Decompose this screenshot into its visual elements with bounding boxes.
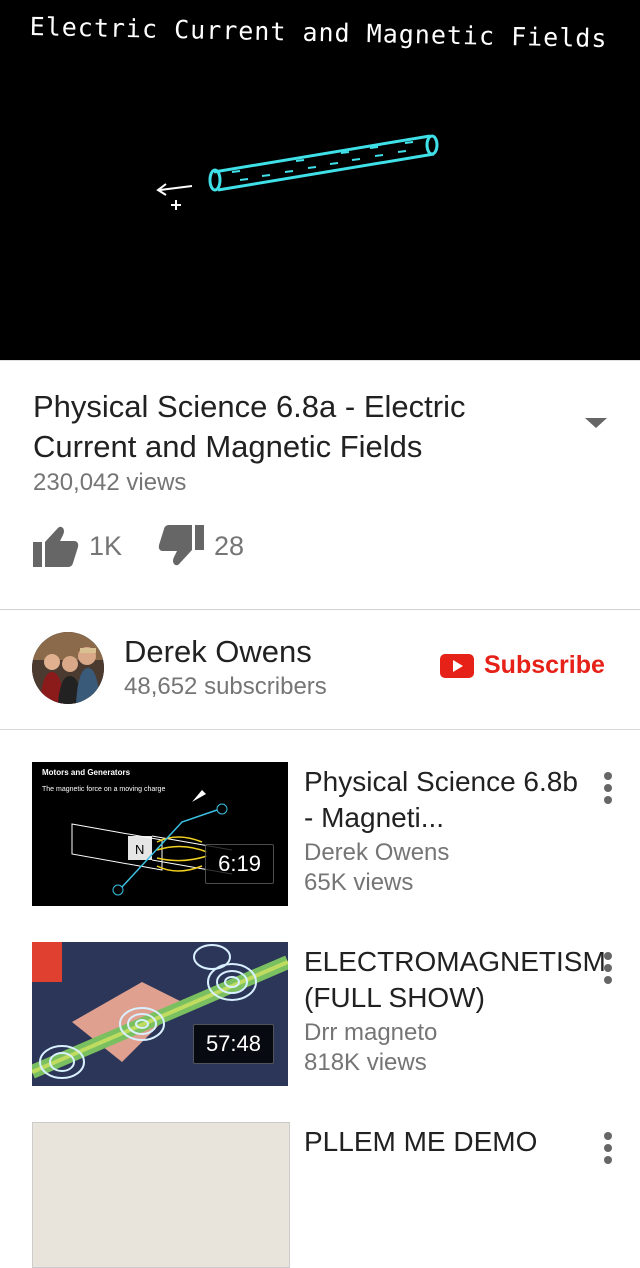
recommended-video-title[interactable]: ELECTROMAGNETISM (FULL SHOW) [304, 944, 606, 1016]
thumbnail-diagram: N [71, 790, 233, 896]
subscribe-label: Subscribe [484, 651, 605, 679]
recommended-view-count: 65K views [304, 869, 414, 896]
expand-icon[interactable] [584, 415, 608, 431]
video-thumbnail[interactable]: 57:48 [32, 942, 288, 1086]
like-count: 1K [89, 530, 123, 561]
subscriber-count: 48,652 subscribers [124, 673, 327, 700]
channel-avatar-image [32, 632, 104, 704]
dislike-button[interactable]: 28 [158, 524, 244, 568]
like-button[interactable]: 1K [33, 524, 122, 568]
video-info: Physical Science 6.8a - Electric Current… [0, 360, 640, 610]
subscribe-button[interactable]: Subscribe [440, 651, 605, 680]
list-item[interactable]: Motors and Generators The magnetic force… [0, 762, 640, 908]
thumbs-down-icon [158, 525, 204, 566]
video-duration: 6:19 [205, 844, 274, 884]
view-count: 230,042 views [33, 469, 187, 496]
svg-text:N: N [135, 842, 144, 857]
avatar[interactable] [32, 632, 104, 704]
recommended-channel-name: Drr magneto [304, 1019, 438, 1046]
video-thumbnail[interactable] [32, 1122, 290, 1268]
more-vert-icon[interactable] [598, 768, 618, 808]
video-thumbnail[interactable]: Motors and Generators The magnetic force… [32, 762, 288, 906]
channel-row: Derek Owens 48,652 subscribers Subscribe [0, 609, 640, 730]
video-title: Physical Science 6.8a - Electric Current… [33, 389, 466, 464]
more-vert-icon[interactable] [598, 948, 618, 988]
recommended-video-title[interactable]: Physical Science 6.8b - Magneti... [304, 764, 584, 836]
recommended-video-title[interactable]: PLLEM ME DEMO [304, 1124, 584, 1160]
list-item[interactable]: PLLEM ME DEMO [0, 1122, 640, 1268]
dislike-count: 28 [214, 530, 245, 561]
more-vert-icon[interactable] [598, 1128, 618, 1168]
video-player[interactable]: Electric Current and Magnetic Fields [0, 0, 640, 360]
recommended-channel-name: Derek Owens [304, 839, 450, 866]
video-duration: 57:48 [192, 1024, 274, 1064]
thumbnail-image [32, 942, 288, 1086]
channel-name[interactable]: Derek Owens [124, 634, 312, 670]
thumbs-up-icon [33, 526, 79, 567]
list-item[interactable]: 57:48 ELECTROMAGNETISM (FULL SHOW) Drr m… [0, 942, 640, 1088]
recommended-view-count: 818K views [304, 1049, 427, 1076]
wire-drawing [156, 134, 439, 210]
youtube-play-icon [440, 653, 474, 678]
